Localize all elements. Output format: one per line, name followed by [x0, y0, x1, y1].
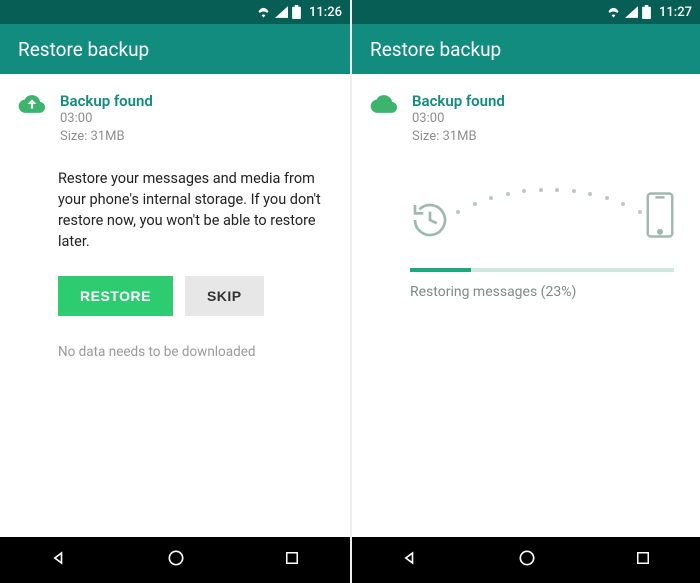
app-bar: Restore backup — [352, 24, 700, 74]
nav-recent-icon[interactable] — [283, 549, 301, 571]
status-clock: 11:27 — [659, 5, 692, 20]
restore-description: Restore your messages and media from you… — [58, 168, 328, 252]
nav-home-icon[interactable] — [166, 548, 186, 572]
skip-button[interactable]: SKIP — [185, 276, 264, 316]
nav-back-icon[interactable] — [400, 548, 420, 572]
restore-button[interactable]: RESTORE — [58, 276, 173, 316]
backup-time: 03:00 — [412, 110, 505, 128]
backup-row: Backup found 03:00 Size: 31MB — [370, 92, 682, 146]
nav-bar — [0, 537, 350, 583]
content: Backup found 03:00 Size: 31MB — [352, 74, 700, 537]
signal-icon — [625, 6, 638, 18]
progress-label: Restoring messages (23%) — [410, 284, 682, 300]
battery-icon — [292, 5, 301, 19]
app-bar: Restore backup — [0, 24, 350, 74]
cloud-icon — [370, 94, 398, 146]
status-clock: 11:26 — [309, 5, 342, 20]
app-bar-title: Restore backup — [370, 38, 501, 61]
status-bar: 11:27 — [352, 0, 700, 24]
footer-note: No data needs to be downloaded — [58, 344, 332, 360]
backup-meta: Backup found 03:00 Size: 31MB — [60, 92, 153, 146]
progress-fill — [410, 268, 471, 272]
phone-left: 11:26 Restore backup Backup found 03:00 … — [0, 0, 350, 583]
progress-bar — [410, 268, 674, 272]
history-icon — [410, 200, 450, 244]
cloud-upload-icon — [18, 94, 46, 146]
battery-icon — [642, 5, 651, 19]
nav-bar — [352, 537, 700, 583]
wifi-icon — [606, 6, 621, 18]
button-row: RESTORE SKIP — [58, 276, 332, 316]
nav-back-icon[interactable] — [49, 548, 69, 572]
phone-icon — [646, 192, 674, 242]
signal-icon — [275, 6, 288, 18]
app-bar-title: Restore backup — [18, 38, 149, 61]
backup-size: Size: 31MB — [412, 128, 505, 146]
status-bar: 11:26 — [0, 0, 350, 24]
transfer-dots — [456, 188, 642, 192]
backup-title: Backup found — [60, 92, 153, 110]
nav-recent-icon[interactable] — [634, 549, 652, 571]
backup-title: Backup found — [412, 92, 505, 110]
backup-size: Size: 31MB — [60, 128, 153, 146]
transfer-graphic — [410, 178, 674, 268]
nav-home-icon[interactable] — [517, 548, 537, 572]
content: Backup found 03:00 Size: 31MB Restore yo… — [0, 74, 350, 537]
backup-time: 03:00 — [60, 110, 153, 128]
phone-right: 11:27 Restore backup Backup found 03:00 … — [350, 0, 700, 583]
backup-meta: Backup found 03:00 Size: 31MB — [412, 92, 505, 146]
backup-row: Backup found 03:00 Size: 31MB — [18, 92, 332, 146]
wifi-icon — [256, 6, 271, 18]
